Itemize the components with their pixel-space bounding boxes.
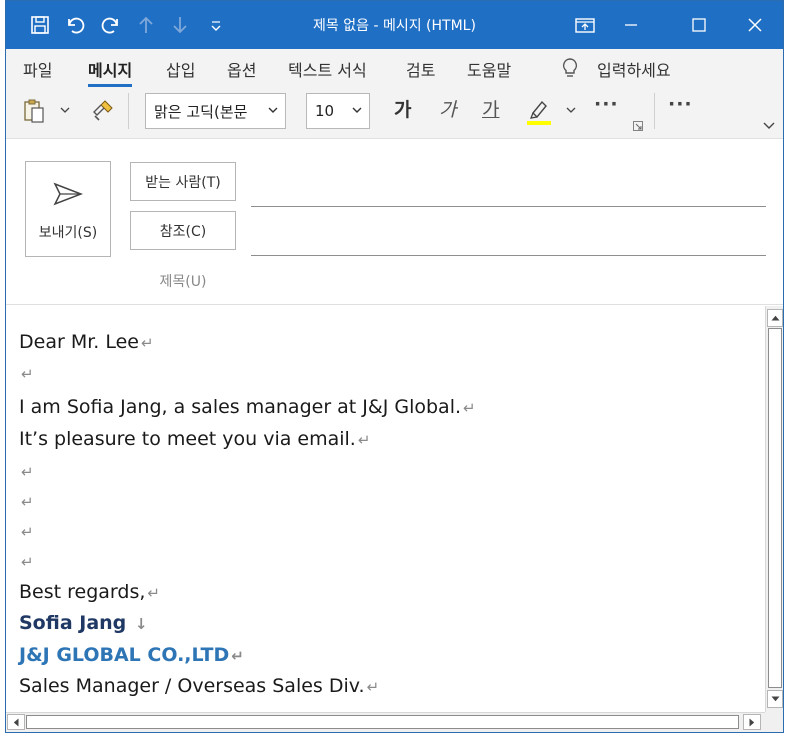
- font-name-select[interactable]: 맑은 고딕(본문: [145, 93, 286, 129]
- paragraph-mark: ↵: [21, 365, 34, 383]
- scroll-down-arrow-icon[interactable]: [767, 690, 783, 708]
- toolbar-divider: [128, 93, 129, 129]
- paste-icon[interactable]: [20, 97, 48, 125]
- message-body[interactable]: Dear Mr. Lee ↵ ↵ I am Sofia Jang, a sales…: [6, 306, 765, 712]
- highlight-icon[interactable]: [524, 95, 554, 127]
- minimize-button[interactable]: [608, 1, 654, 49]
- cc-button[interactable]: 참조(C): [130, 211, 236, 250]
- signature-name: Sofia Jang ↓: [19, 612, 148, 634]
- body-line: ↵: [19, 362, 34, 384]
- scroll-right-arrow-icon[interactable]: [743, 714, 761, 730]
- popout-icon[interactable]: [562, 1, 608, 49]
- send-button[interactable]: 보내기(S): [25, 161, 111, 257]
- tab-message[interactable]: 메시지: [88, 57, 133, 87]
- tab-review[interactable]: 검토: [406, 57, 435, 81]
- format-painter-icon[interactable]: [90, 97, 116, 123]
- toolbar-divider: [654, 93, 655, 129]
- more-format-button[interactable]: ···: [594, 93, 619, 115]
- paragraph-mark: ↵: [21, 553, 34, 571]
- tab-options[interactable]: 옵션: [227, 57, 256, 81]
- tab-file[interactable]: 파일: [23, 57, 52, 81]
- signature-company: J&J GLOBAL CO.,LTD ↵: [19, 644, 244, 666]
- tab-insert[interactable]: 삽입: [166, 57, 195, 81]
- vertical-scrollbar[interactable]: [765, 306, 783, 712]
- send-label: 보내기(S): [38, 225, 98, 241]
- scroll-left-arrow-icon[interactable]: [7, 714, 25, 730]
- font-size-select[interactable]: 10: [306, 93, 370, 129]
- send-icon: [53, 182, 83, 206]
- horizontal-scroll-thumb[interactable]: [26, 715, 739, 729]
- subject-label: 제목(U): [159, 274, 207, 290]
- body-line: ↵: [19, 550, 34, 572]
- outlook-message-window: 제목 없음 - 메시지 (HTML) 파일 메시지 삽입 옵션 텍스트 서식 검…: [5, 0, 784, 733]
- ribbon: 파일 메시지 삽입 옵션 텍스트 서식 검토 도움말 입력하세요 맑은 고딕(본…: [6, 49, 783, 139]
- font-name-value: 맑은 고딕(본문: [154, 102, 248, 121]
- bold-button[interactable]: 가: [394, 95, 411, 122]
- paragraph-mark: ↵: [21, 523, 34, 541]
- underline-button[interactable]: 가: [482, 95, 499, 122]
- message-header: 보내기(S) 받는 사람(T) 참조(C) 제목(U): [6, 139, 783, 305]
- signature-title: Sales Manager / Overseas Sales Div. ↵: [19, 675, 380, 697]
- dialog-launcher-icon[interactable]: [633, 121, 643, 131]
- ribbon-tabs: 파일 메시지 삽입 옵션 텍스트 서식 검토 도움말 입력하세요: [6, 49, 783, 89]
- paste-dropdown-chevron-icon[interactable]: [58, 103, 72, 117]
- paragraph-mark: ↵: [366, 678, 380, 696]
- highlight-dropdown-chevron-icon[interactable]: [564, 103, 578, 117]
- body-line: I am Sofia Jang, a sales manager at J&J …: [19, 396, 476, 418]
- scrollbar-corner: [765, 712, 783, 732]
- paragraph-mark: ↵: [140, 334, 154, 352]
- chevron-down-icon: [268, 107, 278, 113]
- body-line: Dear Mr. Lee ↵: [19, 331, 154, 353]
- paragraph-mark: ↵: [21, 463, 34, 481]
- ribbon-expand-chevron-icon[interactable]: [762, 119, 776, 133]
- window-title: 제목 없음 - 메시지 (HTML): [313, 18, 476, 34]
- to-button[interactable]: 받는 사람(T): [130, 162, 236, 201]
- paragraph-mark: ↵: [357, 431, 371, 449]
- body-line: ↵: [19, 520, 34, 542]
- paragraph-mark: ↵: [147, 584, 160, 602]
- horizontal-scrollbar[interactable]: [6, 712, 765, 732]
- more-commands-button[interactable]: ···: [668, 93, 693, 115]
- paragraph-mark: ↵: [21, 493, 34, 511]
- close-button[interactable]: [732, 1, 778, 49]
- italic-button[interactable]: 가: [439, 95, 456, 122]
- chevron-down-icon: [352, 107, 362, 113]
- font-size-value: 10: [315, 102, 335, 120]
- body-line: Best regards, ↵: [19, 581, 160, 603]
- body-line: ↵: [19, 490, 34, 512]
- tab-help[interactable]: 도움말: [467, 57, 511, 81]
- ribbon-toolbar: 맑은 고딕(본문 10 가 가 가 ··· ···: [6, 89, 783, 139]
- body-line: It’s pleasure to meet you via email. ↵: [19, 428, 371, 450]
- maximize-button[interactable]: [676, 1, 722, 49]
- tell-me-search[interactable]: 입력하세요: [597, 57, 671, 81]
- cc-field[interactable]: [251, 255, 766, 256]
- tab-format-text[interactable]: 텍스트 서식: [288, 57, 367, 81]
- lightbulb-icon: [557, 55, 583, 81]
- body-line: ↵: [19, 460, 34, 482]
- scroll-up-arrow-icon[interactable]: [767, 309, 783, 327]
- title-bar: 제목 없음 - 메시지 (HTML): [6, 1, 783, 49]
- paragraph-mark: ↵: [463, 399, 476, 417]
- to-field[interactable]: [251, 206, 766, 207]
- line-break-mark: ↓: [134, 615, 148, 633]
- paragraph-mark: ↵: [231, 647, 244, 665]
- vertical-scroll-thumb[interactable]: [768, 328, 782, 688]
